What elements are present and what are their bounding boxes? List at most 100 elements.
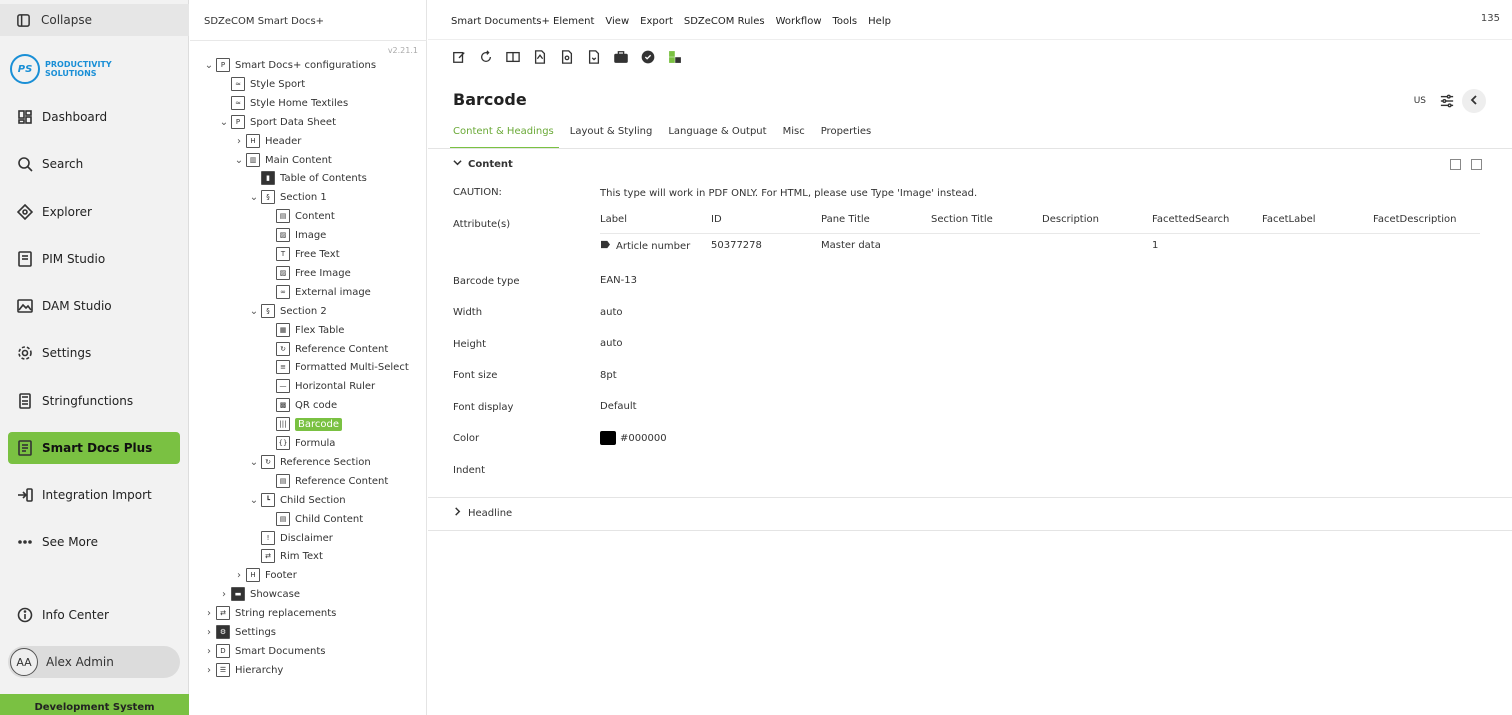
copy-icon[interactable]	[1450, 159, 1461, 170]
width-value[interactable]: auto	[600, 307, 623, 318]
tree-node[interactable]: ∞ External image	[262, 283, 371, 301]
tree-node[interactable]: › ☰ Hierarchy	[202, 661, 283, 679]
nav-item-pim-studio[interactable]: PIM Studio	[8, 243, 180, 275]
font-size-value[interactable]: 8pt	[600, 370, 617, 381]
tab-content-headings[interactable]: Content & Headings	[450, 126, 559, 149]
font-display-value[interactable]: Default	[600, 401, 637, 412]
chevron-right-icon[interactable]: ›	[202, 627, 216, 638]
tree-node[interactable]: ▨ Free Image	[262, 264, 351, 282]
tree-node[interactable]: ≈ Style Home Textiles	[217, 94, 348, 112]
menu-export[interactable]: Export	[640, 16, 673, 27]
content-section-header[interactable]: Content	[453, 158, 513, 170]
tree-node[interactable]: › ⇄ String replacements	[202, 604, 336, 622]
chevron-down-icon[interactable]: ⌄	[202, 60, 216, 71]
menu-smart-documents-element[interactable]: Smart Documents+ Element	[451, 16, 594, 27]
tree-node[interactable]: ▩ QR code	[262, 396, 337, 414]
tree-node[interactable]: T Free Text	[262, 245, 340, 263]
configuration-tree-panel: SDZeCOM Smart Docs+ v2.21.1 ⌄ P Smart Docs…	[190, 0, 427, 715]
chevron-right-icon[interactable]: ›	[202, 608, 216, 619]
menu-view[interactable]: View	[605, 16, 629, 27]
nav-item-dam-studio[interactable]: DAM Studio	[8, 290, 180, 322]
table-row[interactable]: Article number	[600, 240, 690, 252]
tree-node[interactable]: › ▬ Showcase	[217, 585, 300, 603]
tree-node[interactable]: ⌄ ┗ Child Section	[247, 491, 346, 509]
tree-node[interactable]: ! Disclaimer	[247, 529, 333, 547]
refresh-icon[interactable]	[477, 49, 494, 65]
briefcase-icon[interactable]	[612, 49, 629, 65]
tree-node[interactable]: ⌄ § Section 1	[247, 188, 327, 206]
locale-selector[interactable]: US	[1414, 96, 1426, 106]
chevron-down-icon[interactable]: ⌄	[217, 117, 231, 128]
collapse-button[interactable]: Collapse	[0, 4, 189, 36]
tree-node[interactable]: ⇄ Rim Text	[247, 547, 323, 565]
tab-misc[interactable]: Misc	[780, 126, 810, 149]
chevron-down-icon[interactable]: ⌄	[232, 155, 246, 166]
tree-node[interactable]: ⌄ § Section 2	[247, 302, 327, 320]
tab-layout-styling[interactable]: Layout & Styling	[567, 126, 658, 149]
chevron-down-icon	[453, 158, 462, 170]
nav-item-see-more[interactable]: See More	[8, 526, 180, 558]
tree-node[interactable]: › H Footer	[232, 566, 297, 584]
chevron-right-icon[interactable]: ›	[217, 589, 231, 600]
tree-node[interactable]: {} Formula	[262, 434, 335, 452]
tab-language-output[interactable]: Language & Output	[665, 126, 771, 149]
chevron-right-icon[interactable]: ›	[202, 646, 216, 657]
tree-node[interactable]: › D Smart Documents	[202, 642, 325, 660]
chevron-down-icon[interactable]: ⌄	[247, 306, 261, 317]
settings-sliders-icon[interactable]	[1440, 94, 1454, 111]
compare-icon[interactable]	[504, 49, 521, 65]
chevron-down-icon[interactable]: ⌄	[247, 457, 261, 468]
tree-node[interactable]: — Horizontal Ruler	[262, 377, 375, 395]
chevron-down-icon[interactable]: ⌄	[247, 192, 261, 203]
menu-workflow[interactable]: Workflow	[776, 16, 822, 27]
nav-item-dashboard[interactable]: Dashboard	[8, 101, 180, 133]
nav-item-stringfunctions[interactable]: Stringfunctions	[8, 385, 180, 417]
menu-tools[interactable]: Tools	[833, 16, 858, 27]
chevron-right-icon[interactable]: ›	[232, 136, 246, 147]
tree-node[interactable]: ▮ Table of Contents	[247, 169, 367, 187]
pdf-icon[interactable]	[531, 49, 548, 65]
tree-node[interactable]: › ⚙ Settings	[202, 623, 276, 641]
tree-node[interactable]: ⌄ P Sport Data Sheet	[217, 113, 336, 131]
duplicate-icon[interactable]	[1471, 159, 1482, 170]
tree-node[interactable]: ▤ Content	[262, 207, 335, 225]
folder-icon: ▬	[231, 587, 245, 601]
color-value[interactable]: #000000	[600, 431, 667, 445]
nav-item-settings[interactable]: Settings	[8, 337, 180, 369]
preview-icon[interactable]	[558, 49, 575, 65]
barcode-type-value[interactable]: EAN-13	[600, 275, 637, 286]
tree-node[interactable]: › H Header	[232, 132, 301, 150]
menu-sdzecom-rules[interactable]: SDZeCOM Rules	[684, 16, 765, 27]
nav-item-integration-import[interactable]: Integration Import	[8, 479, 180, 511]
chevron-down-icon[interactable]: ⌄	[247, 495, 261, 506]
color-swatch[interactable]	[600, 431, 616, 445]
collapse-panel-button[interactable]	[1462, 89, 1486, 113]
nav-item-explorer[interactable]: Explorer	[8, 196, 180, 228]
chevron-right-icon[interactable]: ›	[232, 570, 246, 581]
tree-node[interactable]: ⌄ ↻ Reference Section	[247, 453, 371, 471]
export-icon[interactable]	[585, 49, 602, 65]
headline-section-header[interactable]: Headline	[453, 507, 512, 519]
tree-node[interactable]: ⌄ P Smart Docs+ configurations	[202, 56, 376, 74]
height-value[interactable]: auto	[600, 338, 623, 349]
check-circle-icon[interactable]	[639, 49, 656, 65]
tree-node[interactable]: ▤ Reference Content	[262, 472, 388, 490]
tree-node[interactable]: ≈ Style Sport	[217, 75, 305, 93]
tree-node[interactable]: ▦ Flex Table	[262, 321, 344, 339]
tree-node[interactable]: ||| Barcode	[262, 415, 342, 433]
tree-node-label: Style Home Textiles	[250, 97, 349, 109]
user-menu[interactable]: AA Alex Admin	[8, 646, 180, 678]
tree-node[interactable]: ≡ Formatted Multi-Select	[262, 358, 409, 376]
menu-help[interactable]: Help	[868, 16, 891, 27]
chevron-right-icon[interactable]: ›	[202, 665, 216, 676]
edit-icon[interactable]	[450, 49, 467, 65]
tree-node[interactable]: ⌄ ▥ Main Content	[232, 151, 332, 169]
nav-item-search[interactable]: Search	[8, 148, 180, 180]
tree-node[interactable]: ▤ Child Content	[262, 510, 363, 528]
tree-node[interactable]: ↻ Reference Content	[262, 340, 388, 358]
tree-node[interactable]: ▨ Image	[262, 226, 326, 244]
tab-properties[interactable]: Properties	[818, 126, 877, 149]
nav-item-smart-docs-plus[interactable]: Smart Docs Plus	[8, 432, 180, 464]
workflow-icon[interactable]	[666, 49, 683, 65]
nav-item-info-center[interactable]: Info Center	[8, 599, 180, 631]
